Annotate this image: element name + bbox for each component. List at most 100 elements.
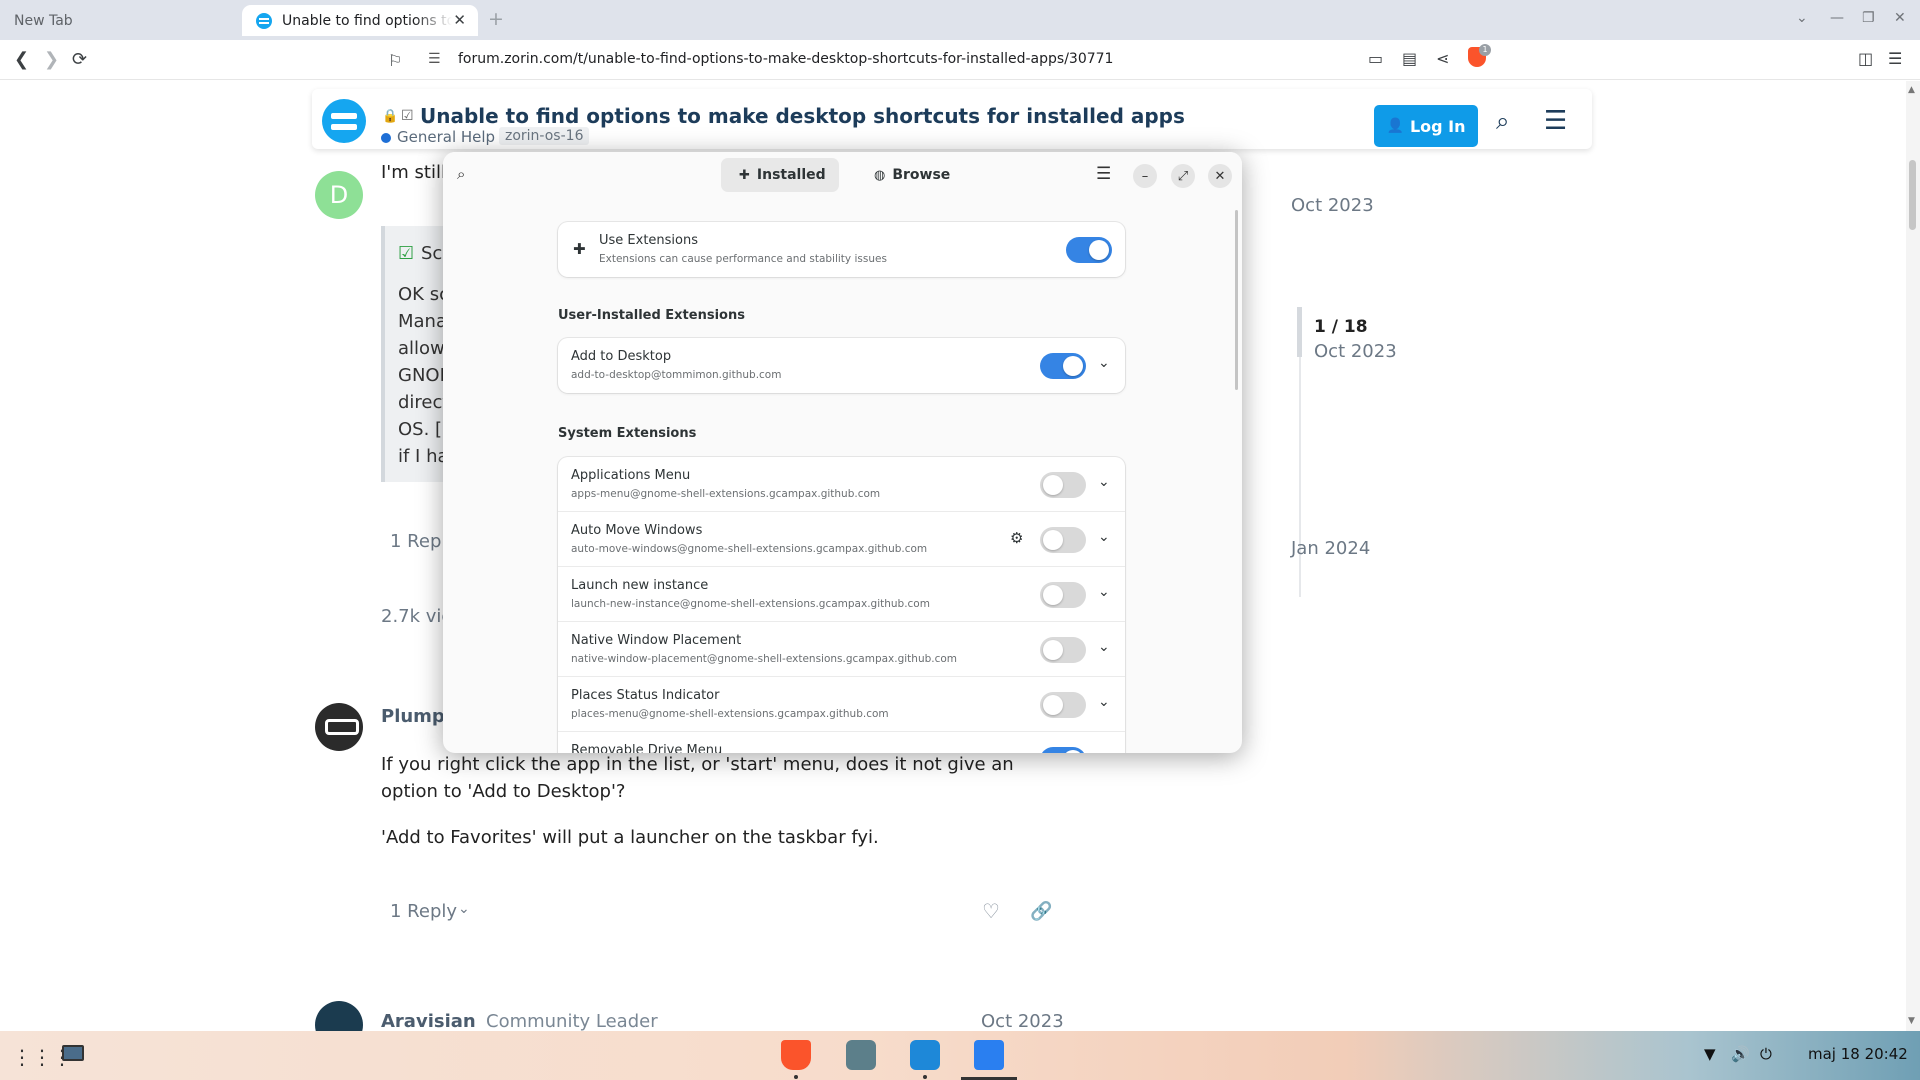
extension-toggle[interactable]	[1040, 472, 1086, 498]
quote-line: Mana	[398, 311, 447, 332]
login-button[interactable]: 👤 Log In	[1374, 105, 1478, 147]
topic-title[interactable]: Unable to find options to make desktop s…	[420, 104, 1185, 128]
close-button[interactable]: ✕	[1208, 164, 1232, 188]
chevron-down-icon[interactable]: ⌄	[1098, 474, 1110, 490]
hamburger-menu-icon[interactable]: ☰	[1544, 106, 1567, 136]
avatar[interactable]	[315, 1001, 363, 1031]
extension-toggle[interactable]	[1040, 527, 1086, 553]
tag-chip[interactable]: zorin-os-16	[499, 127, 590, 145]
category-color-dot	[381, 133, 391, 143]
avatar[interactable]: D	[315, 171, 363, 219]
sidebar-icon[interactable]: ◫	[1858, 49, 1873, 68]
wifi-icon[interactable]: ▼	[1704, 1045, 1716, 1063]
section-heading: System Extensions	[558, 426, 697, 441]
forward-icon[interactable]: ❯	[44, 49, 59, 70]
close-window-icon[interactable]: ✕	[1894, 10, 1906, 26]
search-icon[interactable]: ⌕	[457, 165, 465, 183]
bookmark-icon[interactable]: ⚐	[388, 51, 402, 70]
user-extensions-card: Add to Desktop add-to-desktop@tommimon.g…	[558, 338, 1125, 393]
extension-uuid: apps-menu@gnome-shell-extensions.gcampax…	[571, 488, 881, 500]
use-extensions-card: ✚ Use Extensions Extensions can cause pe…	[558, 222, 1125, 277]
zorin-logo[interactable]	[322, 99, 366, 143]
extension-uuid: auto-move-windows@gnome-shell-extensions…	[571, 543, 928, 555]
brave-browser-icon[interactable]	[781, 1040, 811, 1070]
extension-row[interactable]: Native Window Placement native-window-pl…	[558, 622, 1125, 677]
chevron-down-icon[interactable]: ⌄	[1098, 584, 1110, 600]
gear-icon[interactable]: ⚙	[1010, 529, 1023, 547]
extension-toggle[interactable]	[1040, 582, 1086, 608]
extension-name: Add to Desktop	[571, 349, 672, 364]
tab-new-tab[interactable]: New Tab	[0, 5, 240, 36]
extension-toggle[interactable]	[1040, 692, 1086, 718]
like-icon[interactable]: ♡	[982, 899, 1000, 923]
minimize-button[interactable]: –	[1133, 164, 1157, 188]
chevron-down-icon[interactable]: ⌄	[1098, 355, 1110, 371]
extension-row[interactable]: Add to Desktop add-to-desktop@tommimon.g…	[558, 338, 1125, 393]
extensions-app-icon[interactable]	[974, 1040, 1004, 1070]
avatar[interactable]	[315, 703, 363, 751]
workspaces-icon[interactable]	[62, 1045, 84, 1061]
share-link-icon[interactable]: 🔗	[1030, 901, 1052, 922]
page-scrollbar-thumb[interactable]	[1909, 160, 1916, 230]
extension-toggle[interactable]	[1040, 747, 1086, 753]
username[interactable]: Aravisian	[381, 1011, 476, 1031]
chevron-down-icon[interactable]: ⌄	[1796, 10, 1808, 26]
timeline-end-date[interactable]: Jan 2024	[1291, 538, 1370, 559]
login-label: Log In	[1409, 116, 1466, 136]
tab-browse[interactable]: ◍ Browse	[856, 158, 970, 192]
minimize-window-icon[interactable]: —	[1830, 10, 1844, 26]
tab-installed[interactable]: ✚ Installed	[721, 158, 839, 192]
extension-name: Native Window Placement	[571, 633, 742, 648]
extension-uuid: add-to-desktop@tommimon.github.com	[571, 369, 782, 381]
timeline-start-date[interactable]: Oct 2023	[1291, 195, 1374, 216]
quote-line: if I ha	[398, 446, 449, 467]
volume-icon[interactable]: 🔊	[1731, 1045, 1750, 1063]
extension-row[interactable]: Auto Move Windows auto-move-windows@gnom…	[558, 512, 1125, 567]
section-heading: User-Installed Extensions	[558, 308, 745, 323]
extension-uuid: launch-new-instance@gnome-shell-extensio…	[571, 598, 930, 610]
use-extensions-toggle[interactable]	[1066, 237, 1112, 263]
hamburger-menu-icon[interactable]: ☰	[1096, 164, 1111, 184]
close-tab-icon[interactable]: ✕	[453, 11, 466, 29]
scroll-up-icon[interactable]: ▲	[1908, 85, 1915, 95]
restore-window-icon[interactable]: ❐	[1862, 10, 1875, 26]
new-tab-icon[interactable]: +	[488, 8, 504, 30]
chevron-down-icon[interactable]: ⌄	[1098, 529, 1110, 545]
back-icon[interactable]: ❮	[14, 49, 29, 70]
clock[interactable]: maj 18 20:42	[1808, 1045, 1908, 1063]
maximize-button[interactable]: ⤢	[1171, 164, 1195, 188]
chevron-down-icon[interactable]: ⌄	[1098, 639, 1110, 655]
scroll-down-icon[interactable]: ▼	[1908, 1016, 1915, 1026]
site-info-icon[interactable]: ☰	[428, 51, 441, 67]
tab-forum-topic[interactable]: Unable to find options to make desktop s…	[242, 5, 478, 36]
replies-link[interactable]: 1 Repl	[390, 531, 446, 552]
category-link[interactable]: General Help	[397, 128, 495, 146]
extension-toggle[interactable]	[1040, 637, 1086, 663]
chevron-down-icon[interactable]: ⌄	[458, 901, 470, 917]
extension-row[interactable]: Places Status Indicator places-menu@gnom…	[558, 677, 1125, 732]
share-icon[interactable]: ⋖	[1436, 49, 1449, 68]
extensions-scrollbar[interactable]	[1235, 210, 1238, 390]
power-icon[interactable]: ⏻	[1760, 1045, 1772, 1063]
puzzle-icon: ✚	[739, 167, 750, 183]
files-icon[interactable]	[846, 1040, 876, 1070]
replies-link[interactable]: 1 Reply	[390, 901, 457, 922]
row-title: Use Extensions	[599, 233, 699, 248]
timeline-handle[interactable]	[1297, 307, 1302, 357]
software-store-icon[interactable]	[910, 1040, 940, 1070]
address-bar[interactable]: ☰ forum.zorin.com/t/unable-to-find-optio…	[412, 45, 1502, 75]
search-icon[interactable]: ⌕	[1496, 107, 1509, 135]
running-indicator	[794, 1075, 798, 1079]
reader-mode-icon[interactable]: ▤	[1402, 49, 1417, 68]
browser-menu-icon[interactable]: ☰	[1888, 49, 1902, 68]
post-date[interactable]: Oct 2023	[981, 1011, 1064, 1031]
extension-row[interactable]: Launch new instance launch-new-instance@…	[558, 567, 1125, 622]
extension-row[interactable]: Removable Drive Menu	[558, 732, 1125, 753]
extension-row[interactable]: Applications Menu apps-menu@gnome-shell-…	[558, 457, 1125, 512]
extension-toggle[interactable]	[1040, 353, 1086, 379]
chevron-down-icon[interactable]: ⌄	[1098, 694, 1110, 710]
solved-check-icon: ☑	[401, 108, 414, 124]
views-count: 2.7k vie	[381, 606, 453, 627]
reload-icon[interactable]: ⟳	[72, 49, 87, 70]
cast-icon[interactable]: ▭	[1368, 49, 1383, 68]
